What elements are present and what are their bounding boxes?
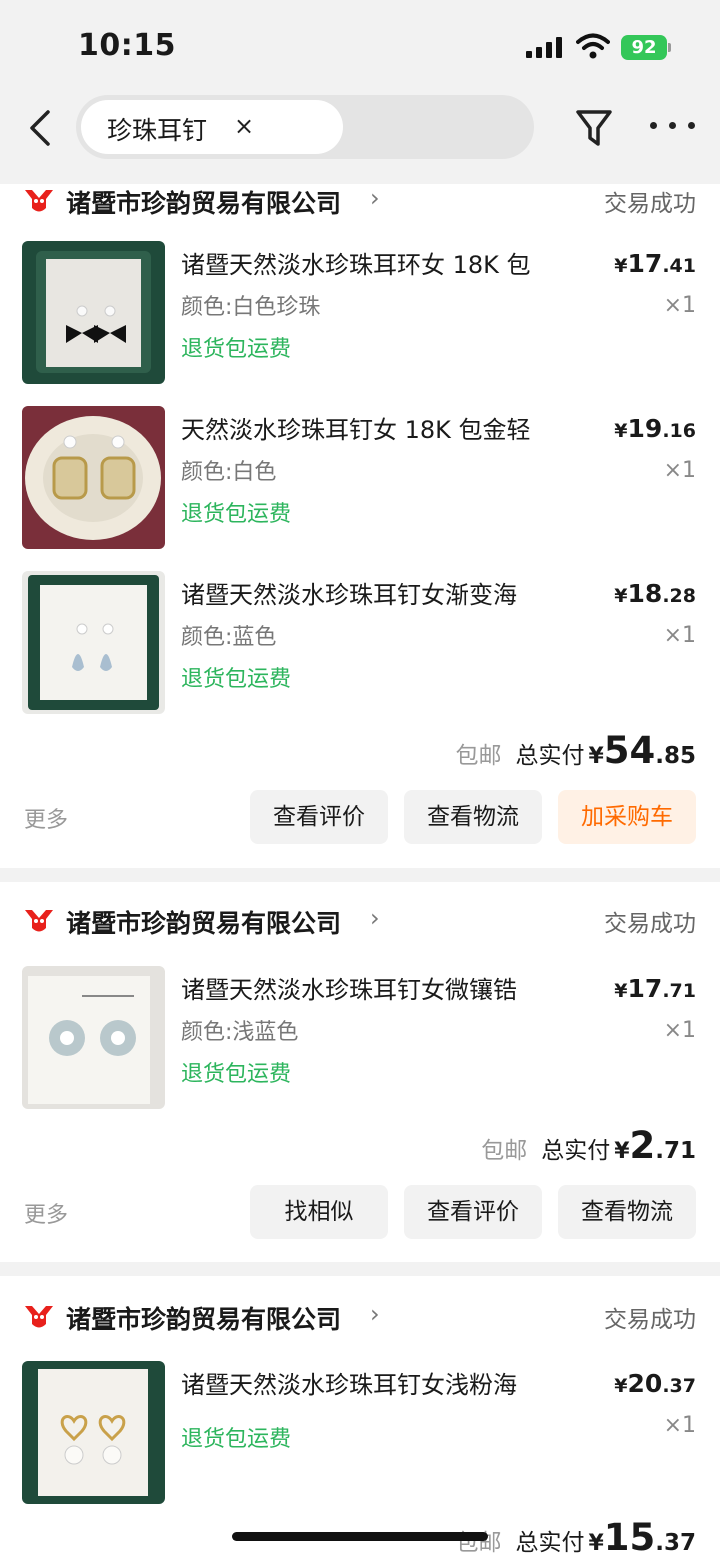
chevron-right-icon: › bbox=[370, 1300, 380, 1328]
chevron-right-icon: › bbox=[370, 184, 380, 212]
order-total: 包邮 总实付 ¥15.37 bbox=[455, 1516, 696, 1558]
order-total: 包邮 总实付 ¥54.85 bbox=[455, 729, 696, 772]
order-card: 诸暨市珍韵贸易有限公司 › 交易成功 诸暨天然淡水珍珠耳钉女微镶锆 颜色:浅蓝色… bbox=[0, 882, 720, 1262]
view-logistics-button[interactable]: 查看物流 bbox=[404, 790, 542, 844]
more-link[interactable]: 更多 bbox=[24, 1197, 68, 1229]
product-image[interactable] bbox=[22, 406, 165, 549]
product-quantity: ×1 bbox=[663, 1018, 696, 1043]
product-quantity: ×1 bbox=[663, 623, 696, 648]
order-card: 诸暨市珍韵贸易有限公司 › 交易成功 诸暨天然淡水珍珠耳环女 18K 包 颜色:… bbox=[0, 170, 720, 868]
free-shipping-label: 包邮 bbox=[455, 743, 502, 769]
order-item[interactable]: 诸暨天然淡水珍珠耳钉女浅粉海 退货包运费 ¥20.37 ×1 bbox=[0, 1361, 720, 1505]
more-options-icon[interactable] bbox=[650, 122, 696, 132]
search-tag-label: 珍珠耳钉 bbox=[107, 116, 208, 145]
view-reviews-button[interactable]: 查看评价 bbox=[250, 790, 388, 844]
battery-icon: 92 bbox=[621, 35, 667, 60]
product-title[interactable]: 诸暨天然淡水珍珠耳钉女渐变海 bbox=[181, 575, 541, 610]
return-shipping-tag: 退货包运费 bbox=[181, 337, 292, 362]
product-spec: 颜色:白色珍珠 bbox=[181, 295, 321, 320]
store-name[interactable]: 诸暨市珍韵贸易有限公司 bbox=[66, 184, 341, 220]
total-label: 总实付 bbox=[541, 1138, 611, 1164]
order-item[interactable]: 诸暨天然淡水珍珠耳钉女渐变海 颜色:蓝色 退货包运费 ¥18.28 ×1 bbox=[0, 571, 720, 715]
store-row[interactable]: 诸暨市珍韵贸易有限公司 › 交易成功 bbox=[0, 904, 720, 944]
product-price: ¥17.41 bbox=[614, 249, 696, 278]
product-price: ¥17.71 bbox=[614, 974, 696, 1003]
battery-tip bbox=[668, 43, 671, 52]
return-shipping-tag: 退货包运费 bbox=[181, 502, 292, 527]
store-name[interactable]: 诸暨市珍韵贸易有限公司 bbox=[66, 904, 341, 940]
filter-icon[interactable] bbox=[574, 106, 614, 150]
more-link[interactable]: 更多 bbox=[24, 802, 68, 834]
product-image[interactable] bbox=[22, 571, 165, 714]
find-similar-button[interactable]: 找相似 bbox=[250, 1185, 388, 1239]
product-price: ¥20.37 bbox=[614, 1369, 696, 1398]
chevron-right-icon: › bbox=[370, 904, 380, 932]
product-quantity: ×1 bbox=[663, 1413, 696, 1438]
clock: 10:15 bbox=[78, 28, 176, 63]
order-status: 交易成功 bbox=[604, 1307, 696, 1333]
close-icon[interactable]: × bbox=[234, 112, 254, 140]
home-indicator[interactable] bbox=[232, 1532, 488, 1541]
product-title[interactable]: 诸暨天然淡水珍珠耳环女 18K 包 bbox=[181, 245, 541, 280]
add-to-purchase-cart-button[interactable]: 加采购车 bbox=[558, 790, 696, 844]
product-title[interactable]: 天然淡水珍珠耳钉女 18K 包金轻 bbox=[181, 410, 541, 445]
order-actions: 更多 找相似 查看评价 查看物流 bbox=[0, 1185, 720, 1239]
product-spec: 颜色:蓝色 bbox=[181, 625, 277, 650]
order-item[interactable]: 诸暨天然淡水珍珠耳钉女微镶锆 颜色:浅蓝色 退货包运费 ¥17.71 ×1 bbox=[0, 966, 720, 1110]
product-price: ¥19.16 bbox=[614, 414, 696, 443]
return-shipping-tag: 退货包运费 bbox=[181, 667, 292, 692]
return-shipping-tag: 退货包运费 bbox=[181, 1062, 292, 1087]
product-spec: 颜色:白色 bbox=[181, 460, 277, 485]
product-title[interactable]: 诸暨天然淡水珍珠耳钉女浅粉海 bbox=[181, 1365, 541, 1400]
product-quantity: ×1 bbox=[663, 458, 696, 483]
view-reviews-button[interactable]: 查看评价 bbox=[404, 1185, 542, 1239]
product-image[interactable] bbox=[22, 1361, 165, 1504]
order-item[interactable]: 诸暨天然淡水珍珠耳环女 18K 包 颜色:白色珍珠 退货包运费 ¥17.41 ×… bbox=[0, 241, 720, 385]
total-label: 总实付 bbox=[515, 743, 585, 769]
search-tag-chip[interactable]: 珍珠耳钉 × bbox=[81, 100, 343, 154]
store-row[interactable]: 诸暨市珍韵贸易有限公司 › 交易成功 bbox=[0, 184, 720, 224]
wifi-icon bbox=[576, 33, 610, 59]
view-logistics-button[interactable]: 查看物流 bbox=[558, 1185, 696, 1239]
free-shipping-label: 包邮 bbox=[481, 1138, 528, 1164]
product-quantity: ×1 bbox=[663, 293, 696, 318]
order-status: 交易成功 bbox=[604, 191, 696, 217]
order-total: 包邮 总实付 ¥2.71 bbox=[481, 1124, 696, 1167]
order-card: 诸暨市珍韵贸易有限公司 › 交易成功 诸暨天然淡水珍珠耳钉女浅粉海 退货包运费 … bbox=[0, 1276, 720, 1558]
product-image[interactable] bbox=[22, 966, 165, 1109]
store-name[interactable]: 诸暨市珍韵贸易有限公司 bbox=[66, 1300, 341, 1336]
product-price: ¥18.28 bbox=[614, 579, 696, 608]
cellular-signal-icon bbox=[526, 36, 564, 58]
order-item[interactable]: 天然淡水珍珠耳钉女 18K 包金轻 颜色:白色 退货包运费 ¥19.16 ×1 bbox=[0, 406, 720, 550]
tmall-logo-icon bbox=[25, 910, 53, 932]
back-arrow-icon[interactable] bbox=[22, 106, 62, 150]
tmall-logo-icon bbox=[25, 190, 53, 212]
tmall-logo-icon bbox=[25, 1306, 53, 1328]
order-actions: 更多 查看评价 查看物流 加采购车 bbox=[0, 790, 720, 844]
product-title[interactable]: 诸暨天然淡水珍珠耳钉女微镶锆 bbox=[181, 970, 541, 1005]
total-label: 总实付 bbox=[515, 1530, 585, 1556]
return-shipping-tag: 退货包运费 bbox=[181, 1427, 292, 1452]
search-input[interactable]: 珍珠耳钉 × bbox=[76, 95, 534, 159]
product-spec: 颜色:浅蓝色 bbox=[181, 1020, 299, 1045]
search-header: 珍珠耳钉 × bbox=[0, 92, 720, 184]
status-bar: 10:15 92 bbox=[0, 0, 720, 92]
store-row[interactable]: 诸暨市珍韵贸易有限公司 › 交易成功 bbox=[0, 1300, 720, 1340]
product-image[interactable] bbox=[22, 241, 165, 384]
order-status: 交易成功 bbox=[604, 911, 696, 937]
